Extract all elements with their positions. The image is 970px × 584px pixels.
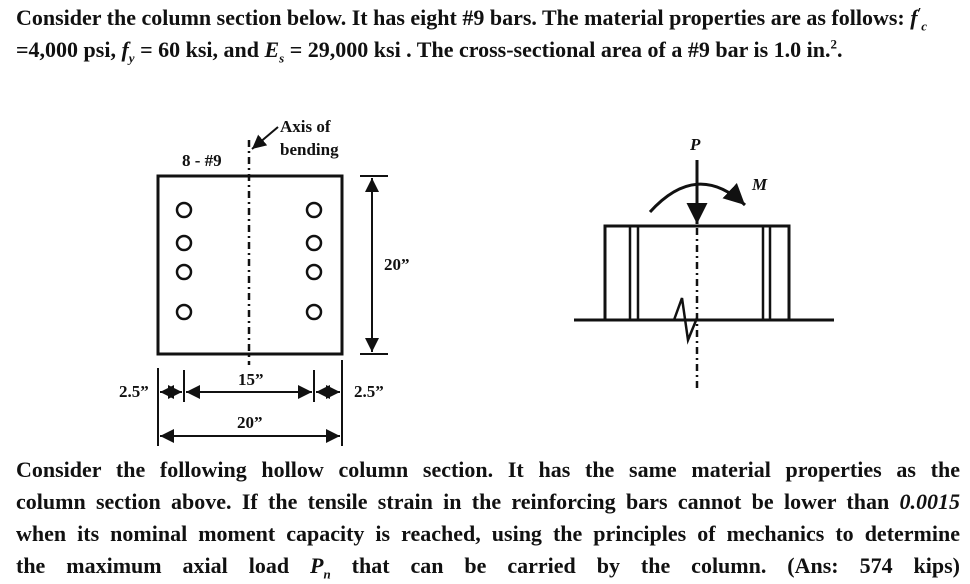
- question-line-4-text-a: the maximum axial load: [16, 553, 311, 578]
- bars-label: 8 - #9: [182, 151, 222, 170]
- problem-question: Consider the following hollow column sec…: [16, 454, 960, 582]
- width-dim-label: 20”: [237, 413, 263, 432]
- axis-label-line1: Axis of: [280, 117, 331, 136]
- rebar-circle: [175, 234, 193, 252]
- rebar-circle: [305, 234, 323, 252]
- rebar-circle: [175, 201, 193, 219]
- column-elevation: P M: [574, 135, 834, 392]
- rebar-circle: [305, 201, 323, 219]
- question-line-2-text: column section above. If the tensile str…: [16, 489, 900, 514]
- question-line-4-text-b: that can be carried by the column. (Ans:…: [330, 553, 960, 578]
- moment-label: M: [751, 175, 768, 194]
- left-cover-dim-label: 2.5”: [119, 382, 149, 401]
- bar-spacing-dim-label: 15”: [238, 370, 264, 389]
- question-line-2: column section above. If the tensile str…: [16, 486, 960, 518]
- right-cover-dim-label: 2.5”: [354, 382, 384, 401]
- question-line-3: when its nominal moment capacity is reac…: [16, 521, 960, 546]
- axis-label-line2: bending: [280, 140, 339, 159]
- rebar-circle: [175, 303, 193, 321]
- question-line-1: Consider the following hollow column sec…: [16, 457, 960, 482]
- strain-limit-value: 0.0015: [899, 489, 961, 514]
- rebar-circle: [305, 263, 323, 281]
- pn-letter: P: [310, 553, 324, 578]
- axis-pointer-arrow: [251, 126, 279, 150]
- pn-symbol: Pn: [310, 553, 331, 582]
- load-label: P: [689, 135, 701, 154]
- height-dim-label: 20”: [384, 255, 410, 274]
- question-line-4: the maximum axial load Pn that can be ca…: [16, 550, 960, 582]
- column-cross-section: 8 - #9 Axis of bending 20” 2.5” 15” 2.5”…: [119, 117, 410, 446]
- pn-subscript: n: [323, 566, 331, 582]
- rebar-circle: [175, 263, 193, 281]
- rebar-circle: [305, 303, 323, 321]
